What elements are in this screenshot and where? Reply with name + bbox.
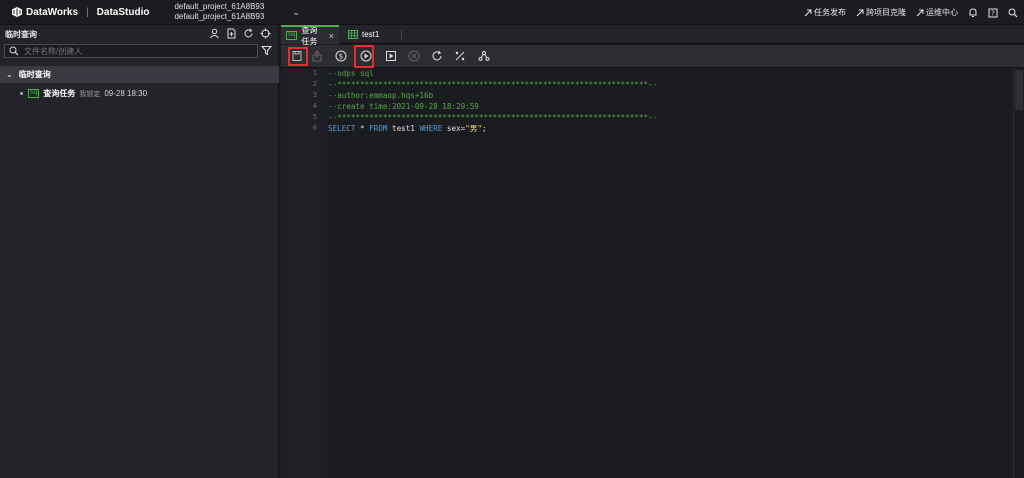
select-star: *	[355, 124, 370, 133]
tab-bar: Sq 查询任务 × test1	[281, 25, 1024, 46]
code-line: --odps sql	[328, 69, 374, 78]
sidebar: 临时查询 ⌄ 临时查询 Sq 查询任务 我锁定 09-28 18:30	[0, 25, 279, 478]
commit-icon	[312, 50, 322, 62]
line-number-gutter: 1 2 3 4 5 6	[281, 68, 327, 478]
line-number: 2	[312, 80, 317, 88]
vertical-scrollbar[interactable]	[1013, 68, 1024, 478]
cost-estimate-icon: $	[335, 50, 347, 62]
new-file-icon[interactable]	[226, 28, 237, 39]
code-editor[interactable]: 1 2 3 4 5 6 --odps sql --***************…	[281, 68, 1024, 478]
table-name: test1	[387, 124, 420, 133]
search-icon	[9, 46, 19, 56]
task-publish-link[interactable]: 任务发布	[804, 7, 846, 18]
search-box[interactable]	[4, 44, 258, 58]
sql-file-icon: Sq	[286, 31, 298, 40]
cross-project-clone-label: 跨项目克隆	[866, 8, 906, 17]
line-number: 3	[312, 91, 317, 99]
stop-button[interactable]	[408, 50, 420, 62]
tab-query-task[interactable]: Sq 查询任务 ×	[281, 25, 339, 46]
refresh-button[interactable]	[431, 50, 443, 62]
svg-text:?: ?	[991, 9, 995, 17]
task-publish-label: 任务发布	[814, 8, 846, 17]
ops-center-label: 运维中心	[926, 8, 958, 17]
keyword-from: FROM	[369, 124, 388, 133]
highlight-box-run	[354, 45, 374, 68]
svg-text:$: $	[339, 53, 343, 61]
tab-divider	[401, 30, 402, 40]
bell-icon[interactable]	[968, 7, 978, 18]
link-icon	[916, 9, 924, 16]
lineage-button[interactable]	[478, 50, 490, 62]
cost-estimate-button[interactable]: $	[335, 50, 347, 62]
editor-panel: Sq 查询任务 × test1 $ 1 2 3 4 5 6 --odps sql…	[281, 25, 1024, 478]
sql-file-icon: Sq	[28, 89, 40, 98]
list-item[interactable]: Sq 查询任务 我锁定 09-28 18:30	[20, 88, 147, 99]
line-number: 6	[312, 124, 317, 132]
table-icon	[348, 30, 358, 39]
chevron-down-icon: ⌄	[6, 70, 13, 79]
ops-center-link[interactable]: 运维中心	[916, 7, 958, 18]
link-icon	[804, 9, 812, 16]
refresh-icon	[432, 50, 442, 61]
folder-label: 临时查询	[18, 70, 51, 79]
tab-label: test1	[362, 30, 380, 39]
code-area[interactable]: --odps sql --***************************…	[328, 68, 1013, 478]
project-name: default_project_61A8B93	[174, 2, 265, 11]
brand-name: DataWorks	[26, 6, 79, 18]
code-line: --create time:2021-09-28 18:29:59	[328, 102, 479, 111]
top-nav: 任务发布 跨项目克隆 运维中心 ?	[804, 0, 1018, 25]
code-line: --**************************************…	[328, 80, 658, 89]
tab-label: 查询任务	[301, 25, 318, 46]
keyword-select: SELECT	[328, 124, 356, 133]
scrollbar-thumb[interactable]	[1015, 70, 1023, 110]
semicolon: ;	[481, 124, 487, 133]
sidebar-toolbar	[209, 28, 271, 39]
condition: sex=	[442, 124, 466, 133]
project-selector[interactable]: default_project_61A8B93 default_project_…	[174, 2, 264, 22]
format-icon	[455, 51, 465, 61]
string-literal: "男"	[465, 124, 482, 133]
folder-temp-query[interactable]: ⌄ 临时查询	[0, 66, 279, 83]
format-button[interactable]	[454, 50, 466, 62]
stop-icon	[408, 50, 420, 62]
line-number: 5	[312, 113, 317, 121]
brand-separator: |	[86, 6, 89, 18]
code-line: --author:emmaop.hqs+16b	[328, 91, 434, 100]
tab-test1[interactable]: test1	[343, 25, 401, 44]
highlight-box-save	[288, 47, 308, 66]
item-timestamp: 09-28 18:30	[104, 89, 148, 98]
line-number: 1	[312, 69, 317, 77]
item-name: 查询任务	[43, 89, 76, 98]
close-icon[interactable]: ×	[329, 31, 334, 41]
item-lock-status: 我锁定	[79, 90, 101, 98]
run-with-params-icon	[386, 51, 396, 61]
project-name-secondary: default_project_61A8B93	[174, 12, 265, 21]
lineage-icon	[478, 51, 490, 61]
top-bar: DataWorks | DataStudio default_project_6…	[0, 0, 1024, 25]
dataworks-logo-icon	[12, 7, 22, 17]
refresh-icon[interactable]	[243, 28, 254, 39]
user-icon[interactable]	[209, 28, 220, 39]
link-icon	[856, 9, 864, 16]
settings-search-icon[interactable]	[1008, 8, 1018, 18]
filter-icon[interactable]	[261, 45, 272, 56]
keyword-where: WHERE	[419, 124, 443, 133]
code-line-sql: SELECT * FROM test1 WHERE sex="男";	[328, 123, 487, 134]
run-with-params-button[interactable]	[385, 50, 397, 62]
cross-project-clone-link[interactable]: 跨项目克隆	[856, 7, 906, 18]
code-line: --**************************************…	[328, 113, 658, 122]
commit-button[interactable]	[311, 50, 323, 62]
product-name: DataStudio	[96, 6, 150, 18]
locate-icon[interactable]	[260, 28, 271, 39]
editor-toolbar: $	[281, 45, 1024, 68]
line-number: 4	[312, 102, 317, 110]
search-input[interactable]	[24, 46, 224, 56]
help-icon[interactable]: ?	[988, 8, 998, 18]
logo[interactable]: DataWorks | DataStudio	[12, 7, 149, 18]
chevron-down-icon[interactable]: ⌄	[292, 7, 300, 18]
bullet-icon	[20, 92, 23, 95]
